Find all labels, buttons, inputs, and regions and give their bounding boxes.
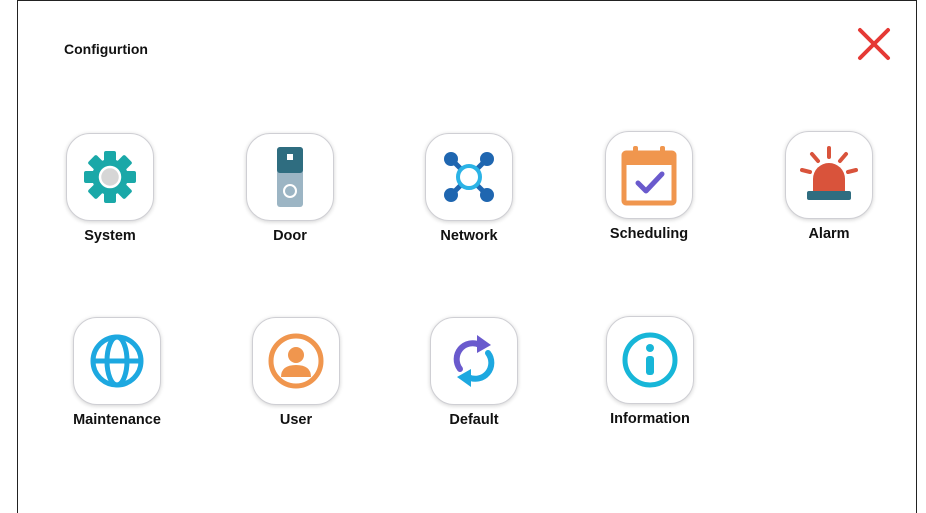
menu-item-label: User — [279, 412, 313, 428]
siren-icon — [800, 146, 858, 200]
network-tile[interactable] — [425, 133, 513, 221]
gear-icon — [84, 151, 136, 203]
maintenance-tile[interactable] — [73, 317, 161, 405]
default-tile[interactable] — [430, 317, 518, 405]
menu-item-label: Alarm — [808, 226, 850, 242]
info-icon — [622, 332, 678, 388]
globe-icon — [90, 334, 144, 388]
page-title: Configurtion — [64, 41, 148, 57]
menu-item-label: Scheduling — [609, 226, 689, 242]
menu-item-information[interactable]: Information — [580, 316, 720, 427]
close-button[interactable] — [856, 26, 892, 62]
user-tile[interactable] — [252, 317, 340, 405]
menu-item-door[interactable]: Door — [220, 133, 360, 244]
menu-item-label: Door — [273, 228, 307, 244]
door-tile[interactable] — [246, 133, 334, 221]
menu-item-maintenance[interactable]: Maintenance — [47, 317, 187, 428]
menu-item-label: Maintenance — [73, 412, 161, 428]
menu-item-user[interactable]: User — [226, 317, 366, 428]
calendar-icon — [621, 146, 677, 206]
menu-item-label: Default — [449, 412, 499, 428]
reset-icon — [453, 335, 495, 387]
close-icon — [858, 28, 890, 60]
menu-item-scheduling[interactable]: Scheduling — [579, 131, 719, 242]
configuration-panel — [17, 0, 917, 513]
system-tile[interactable] — [66, 133, 154, 221]
network-icon — [444, 152, 494, 202]
menu-item-label: System — [84, 228, 136, 244]
menu-item-network[interactable]: Network — [399, 133, 539, 244]
menu-item-default[interactable]: Default — [404, 317, 544, 428]
menu-item-system[interactable]: System — [40, 133, 180, 244]
information-tile[interactable] — [606, 316, 694, 404]
menu-item-alarm[interactable]: Alarm — [759, 131, 899, 242]
menu-item-label: Network — [440, 228, 498, 244]
menu-item-label: Information — [610, 411, 690, 427]
user-icon — [268, 333, 324, 389]
alarm-tile[interactable] — [785, 131, 873, 219]
scheduling-tile[interactable] — [605, 131, 693, 219]
door-station-icon — [277, 147, 303, 207]
